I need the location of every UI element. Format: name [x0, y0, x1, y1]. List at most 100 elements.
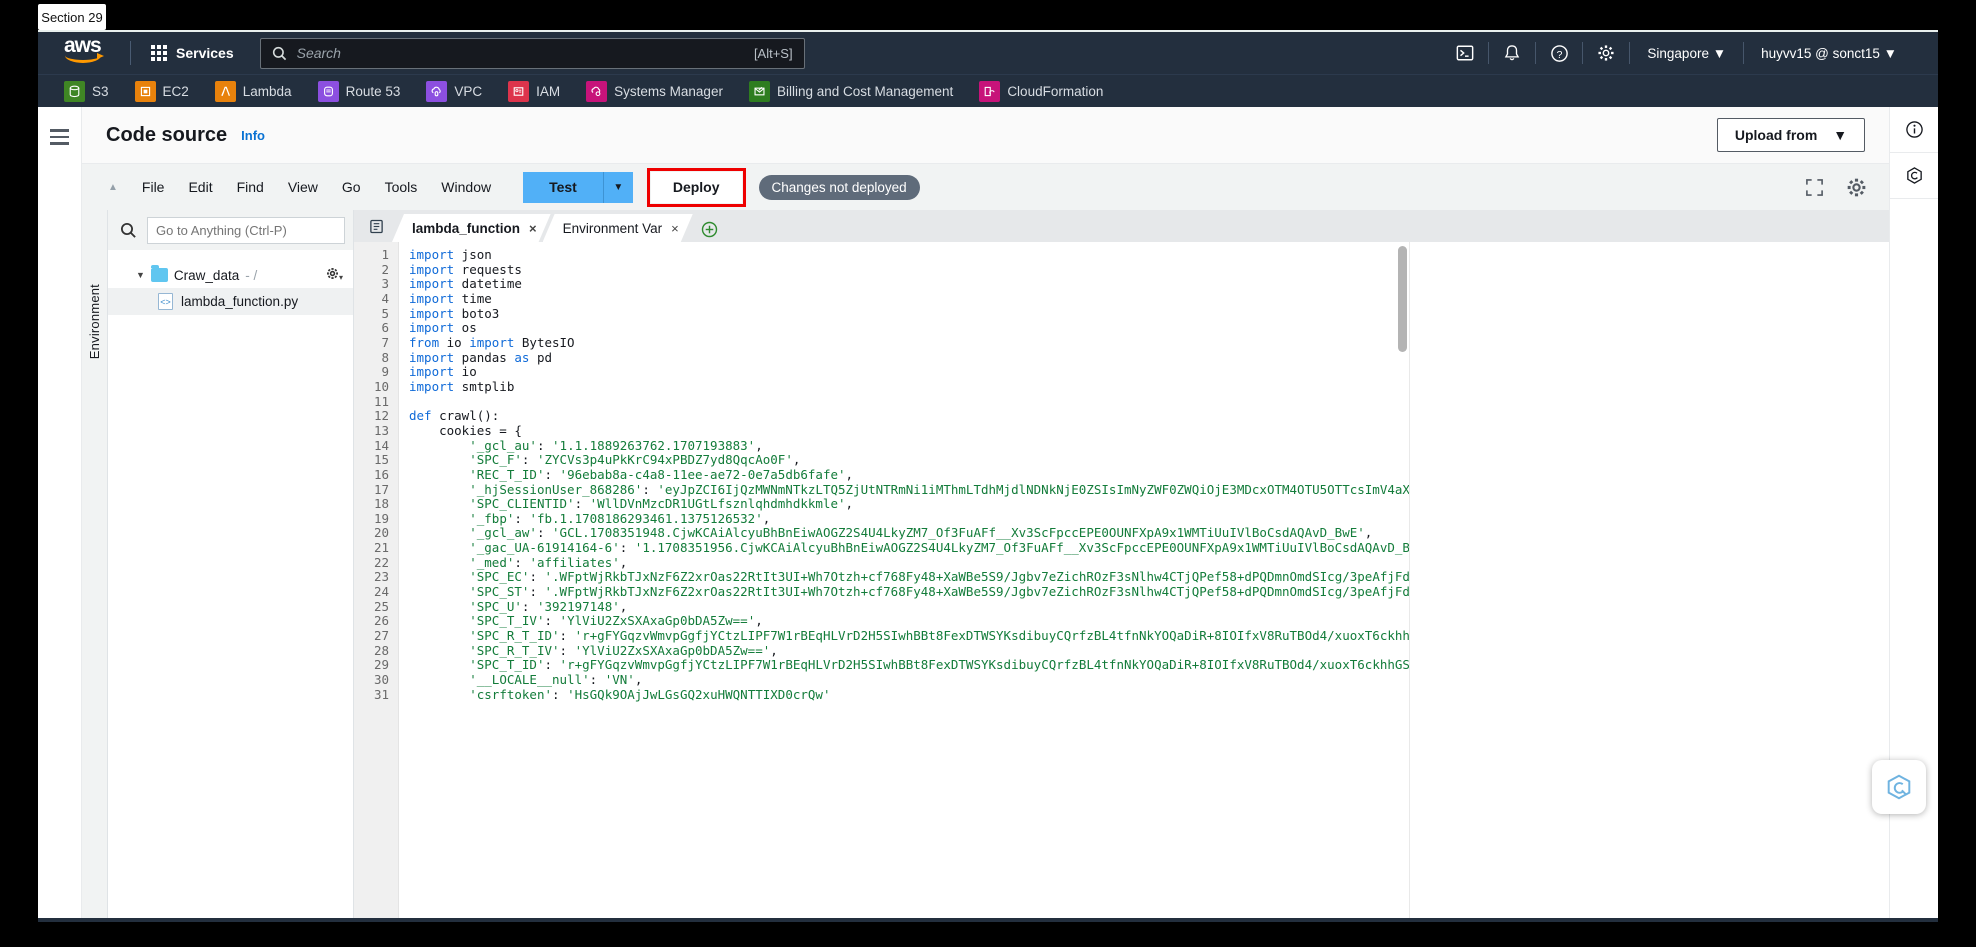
folder-icon	[150, 265, 168, 282]
top-nav-right: ? Singapore ▼ huyvv15 @ sonct15 ▼	[1442, 32, 1938, 74]
tab-list-icon[interactable]	[360, 210, 392, 242]
nav-divider	[130, 41, 131, 65]
tree-file-lambda-function[interactable]: <> lambda_function.py	[108, 288, 353, 315]
code-lines[interactable]: import json import requests import datet…	[398, 242, 1409, 918]
cloudshell-icon[interactable]	[1442, 32, 1488, 74]
aws-top-navigation: aws Services Search [Alt+S] ? Singapore …	[38, 30, 1938, 74]
menu-find[interactable]: Find	[225, 173, 276, 201]
tab-label: lambda_function	[412, 220, 521, 236]
service-label: EC2	[162, 83, 189, 99]
account-menu[interactable]: huyvv15 @ sonct15 ▼	[1744, 46, 1914, 61]
menu-window[interactable]: Window	[429, 173, 503, 201]
cloudformation-icon	[979, 80, 1001, 102]
service-shortcut-lambda[interactable]: Lambda	[214, 80, 292, 102]
account-label: huyvv15 @ sonct15	[1761, 45, 1880, 61]
fullscreen-icon[interactable]	[1805, 178, 1824, 197]
upload-from-button[interactable]: Upload from ▼	[1717, 118, 1865, 152]
chevron-down-icon: ▼	[136, 270, 145, 280]
console-body: Code source Info Upload from ▼ ▲ File Ed…	[38, 107, 1938, 918]
search-icon	[272, 46, 287, 61]
source-code: import json import requests import datet…	[409, 247, 1409, 702]
environment-tab-label: Environment	[87, 284, 102, 360]
service-shortcut-billing[interactable]: Billing and Cost Management	[748, 80, 953, 102]
settings-gear-icon[interactable]	[1846, 177, 1867, 198]
console-footer: >_ CloudShell Feedback © 2024, Amazon We…	[38, 918, 1938, 922]
tab-environment-var[interactable]: Environment Var ×	[543, 214, 693, 242]
service-label: S3	[92, 83, 109, 99]
grid-apps-icon	[151, 45, 167, 61]
test-button[interactable]: Test	[523, 171, 603, 203]
search-placeholder: Search	[296, 45, 341, 61]
folder-settings-gear-icon[interactable]: ▾	[326, 267, 343, 283]
shortcut-hex-icon[interactable]	[1890, 153, 1938, 199]
go-to-anything-input[interactable]	[147, 216, 345, 244]
line-number-gutter: 1 2 3 4 5 6 7 8 9 10 11 12 13 14 15 16 17 18 19 20 21 22 23 24 2…	[354, 242, 398, 918]
file-label: lambda_function.py	[181, 294, 299, 309]
test-dropdown-caret-icon[interactable]: ▼	[602, 171, 633, 203]
menu-edit[interactable]: Edit	[176, 173, 224, 201]
menu-view[interactable]: View	[276, 173, 330, 201]
service-label: IAM	[536, 83, 561, 99]
service-label: Lambda	[242, 83, 292, 99]
test-button-group: Test ▼	[523, 171, 633, 203]
vertical-scrollbar[interactable]	[1398, 246, 1407, 352]
notifications-bell-icon[interactable]	[1489, 32, 1535, 74]
add-tab-icon[interactable]	[701, 221, 718, 238]
menu-file[interactable]: File	[130, 173, 177, 201]
search-icon	[116, 222, 141, 239]
service-shortcut-iam[interactable]: IAM	[508, 80, 561, 102]
close-icon[interactable]: ×	[529, 221, 537, 236]
menu-go[interactable]: Go	[330, 173, 373, 201]
aws-smile-icon	[64, 53, 106, 63]
service-label: Route 53	[345, 83, 401, 99]
close-icon[interactable]: ×	[671, 221, 679, 236]
menu-tools[interactable]: Tools	[373, 173, 430, 201]
file-search-row	[108, 210, 353, 250]
systems-manager-icon	[586, 80, 608, 102]
global-search-bar[interactable]: Search [Alt+S]	[259, 37, 805, 69]
help-question-icon[interactable]: ?	[1536, 32, 1582, 74]
file-explorer-panel: ▼ Craw_data - / ▾ <> lambda_function.py	[108, 210, 354, 918]
aws-logo[interactable]: aws	[64, 35, 116, 69]
deploy-button-highlight: Deploy	[646, 167, 746, 207]
python-file-icon: <>	[158, 293, 173, 310]
browser-viewport: aws Services Search [Alt+S] ? Singapore …	[38, 30, 1938, 922]
services-label: Services	[176, 45, 234, 61]
svg-text:?: ?	[1557, 49, 1563, 60]
chevron-down-icon: ▼	[1833, 127, 1848, 143]
info-link[interactable]: Info	[241, 128, 265, 143]
services-menu-button[interactable]: Services	[145, 40, 240, 66]
code-editor-panel: lambda_function × Environment Var × 1234…	[354, 210, 1889, 918]
tab-lambda-function[interactable]: lambda_function ×	[392, 214, 551, 242]
collapse-caret-icon[interactable]: ▲	[96, 182, 130, 193]
service-label: Systems Manager	[614, 83, 723, 99]
amazon-q-assistant-button[interactable]	[1872, 760, 1926, 814]
section-chip: Section 29	[38, 4, 106, 30]
service-shortcuts-bar: S3 EC2 Lambda Route 53 VPC IAM Systems M…	[38, 74, 1938, 107]
editor-toolbar-right	[1805, 177, 1889, 198]
iam-badge-icon	[508, 80, 530, 102]
service-shortcut-ec2[interactable]: EC2	[134, 80, 189, 102]
service-shortcut-s3[interactable]: S3	[64, 80, 109, 102]
region-selector[interactable]: Singapore ▼	[1630, 46, 1743, 61]
code-content-area[interactable]: 1 2 3 4 5 6 7 8 9 10 11 12 13 14 15 16 17 18 19 20 21 22 23 24 2…	[354, 242, 1889, 918]
hamburger-menu-icon[interactable]	[50, 129, 69, 918]
deploy-button[interactable]: Deploy	[650, 171, 742, 203]
service-shortcut-systems-manager[interactable]: Systems Manager	[586, 80, 723, 102]
environment-vertical-tab[interactable]: Environment	[82, 210, 108, 918]
vpc-cloud-icon	[426, 80, 448, 102]
region-label: Singapore	[1647, 45, 1709, 61]
status-badge: Changes not deployed	[758, 174, 920, 200]
settings-gear-icon[interactable]	[1583, 32, 1629, 74]
file-tree: ▼ Craw_data - / ▾ <> lambda_function.py	[108, 250, 353, 918]
service-shortcut-route53[interactable]: Route 53	[317, 80, 401, 102]
folder-label: Craw_data	[173, 267, 240, 283]
service-shortcut-cloudformation[interactable]: CloudFormation	[979, 80, 1103, 102]
page-title: Code source	[106, 123, 228, 146]
ec2-instance-icon	[134, 80, 156, 102]
tree-folder-craw-data[interactable]: ▼ Craw_data - / ▾	[108, 262, 353, 288]
info-circle-icon[interactable]	[1890, 107, 1938, 153]
main-content: Code source Info Upload from ▼ ▲ File Ed…	[82, 107, 1890, 918]
service-shortcut-vpc[interactable]: VPC	[426, 80, 482, 102]
S3-bucket-icon	[64, 80, 85, 102]
